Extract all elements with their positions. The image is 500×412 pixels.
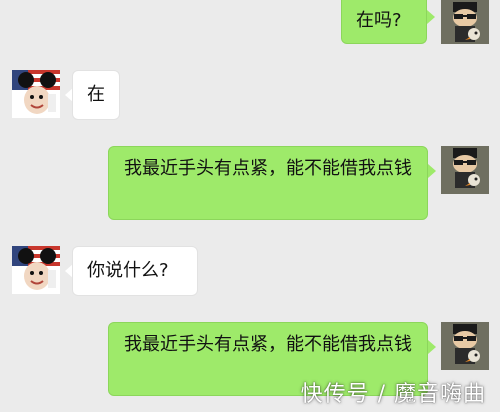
bubble-tail xyxy=(427,10,435,24)
message-text: 你说什么? xyxy=(87,260,169,281)
message-bubble-outgoing[interactable]: 我最近手头有点紧，能不能借我点钱 xyxy=(108,146,428,220)
message-text: 在 xyxy=(87,84,105,105)
avatar-other[interactable] xyxy=(12,246,60,294)
watermark: 快传号 / 魔音嗨曲 xyxy=(300,382,486,407)
message-text: 我最近手头有点紧，能不能借我点钱 xyxy=(124,158,412,179)
bubble-tail xyxy=(428,164,436,178)
mouse-character-icon xyxy=(12,246,60,294)
avatar-me[interactable] xyxy=(441,322,489,370)
message-bubble-outgoing[interactable]: 在吗? xyxy=(341,0,427,44)
sunglasses-character-icon xyxy=(441,0,489,44)
sunglasses-character-icon xyxy=(441,322,489,370)
message-text: 我最近手头有点紧，能不能借我点钱 xyxy=(124,334,412,355)
message-bubble-incoming[interactable]: 你说什么? xyxy=(72,246,198,296)
bubble-tail xyxy=(428,340,436,354)
message-bubble-incoming[interactable]: 在 xyxy=(72,70,120,120)
avatar-me[interactable] xyxy=(441,0,489,44)
avatar-me[interactable] xyxy=(441,146,489,194)
mouse-character-icon xyxy=(12,70,60,118)
sunglasses-character-icon xyxy=(441,146,489,194)
message-text: 在吗? xyxy=(356,10,402,31)
avatar-other[interactable] xyxy=(12,70,60,118)
